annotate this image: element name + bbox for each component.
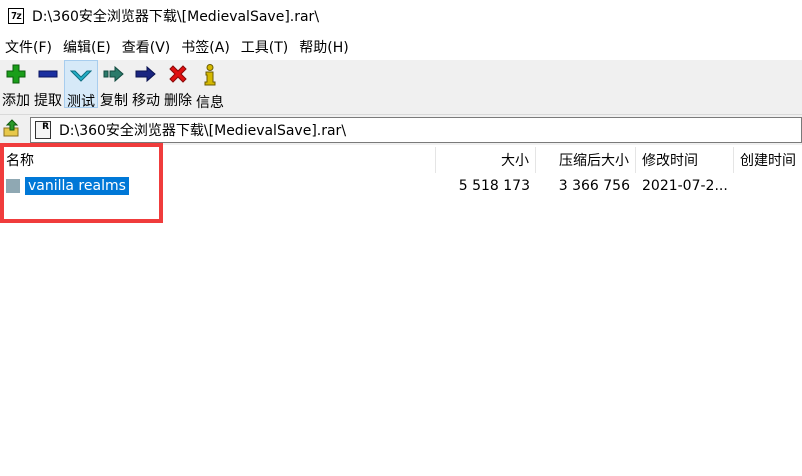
file-list: vanilla realms 5 518 173 3 366 756 2021-… [0,174,802,198]
list-header: 名称 大小 压缩后大小 修改时间 创建时间 [0,147,802,173]
menu-tools[interactable]: 工具(T) [236,37,294,57]
add-label: 添加 [2,93,30,109]
column-header-modified[interactable]: 修改时间 [636,147,734,173]
menu-bar: 文件(F) 编辑(E) 查看(V) 书签(A) 工具(T) 帮助(H) [0,36,802,58]
copy-arrow-icon [103,64,125,84]
add-button[interactable]: 添加 [0,60,32,109]
copy-label: 复制 [100,93,128,109]
file-name-cell: vanilla realms [0,177,436,195]
column-header-packed-size[interactable]: 压缩后大小 [536,147,636,173]
test-button[interactable]: 测试 [64,60,98,110]
menu-help[interactable]: 帮助(H) [294,37,354,57]
up-arrow-icon [3,119,21,141]
move-arrow-icon [135,64,157,84]
info-icon [199,64,221,86]
plus-icon [5,64,27,84]
address-field[interactable]: R D:\360安全浏览器下载\[MedievalSave].rar\ [30,117,802,143]
menu-bookmarks[interactable]: 书签(A) [176,37,236,57]
file-modified: 2021-07-2... [642,178,728,194]
title-bar: 7z D:\360安全浏览器下载\[MedievalSave].rar\ [0,0,802,32]
address-bar: R D:\360安全浏览器下载\[MedievalSave].rar\ [0,115,802,145]
toolbar: 添加 提取 测试 复制 移动 删除 信息 [0,60,802,115]
move-button[interactable]: 移动 [130,60,162,109]
file-packed-size: 3 366 756 [558,178,630,194]
file-size: 5 518 173 [458,178,530,194]
file-name: vanilla realms [25,177,129,195]
rar-archive-icon: R [35,121,51,139]
info-button[interactable]: 信息 [194,60,226,111]
move-label: 移动 [132,93,160,109]
address-path: D:\360安全浏览器下载\[MedievalSave].rar\ [59,123,347,139]
column-header-created[interactable]: 创建时间 [734,147,802,173]
extract-label: 提取 [34,93,62,109]
delete-x-icon [167,64,189,84]
check-icon [70,65,92,85]
menu-view[interactable]: 查看(V) [117,37,177,57]
up-folder-button[interactable] [0,118,24,142]
window-title: D:\360安全浏览器下载\[MedievalSave].rar\ [32,9,320,25]
info-label: 信息 [196,95,224,111]
column-header-name[interactable]: 名称 [0,147,436,173]
delete-button[interactable]: 删除 [162,60,194,109]
menu-edit[interactable]: 编辑(E) [58,37,117,57]
copy-button[interactable]: 复制 [98,60,130,109]
minus-icon [37,64,59,84]
archive-window: 7z D:\360安全浏览器下载\[MedievalSave].rar\ 文件(… [0,0,802,476]
menu-file[interactable]: 文件(F) [0,37,58,57]
column-header-size[interactable]: 大小 [436,147,536,173]
extract-button[interactable]: 提取 [32,60,64,109]
list-item[interactable]: vanilla realms 5 518 173 3 366 756 2021-… [0,174,802,198]
app-icon: 7z [8,8,24,24]
folder-icon [6,179,20,193]
delete-label: 删除 [164,93,192,109]
test-label: 测试 [67,94,95,110]
